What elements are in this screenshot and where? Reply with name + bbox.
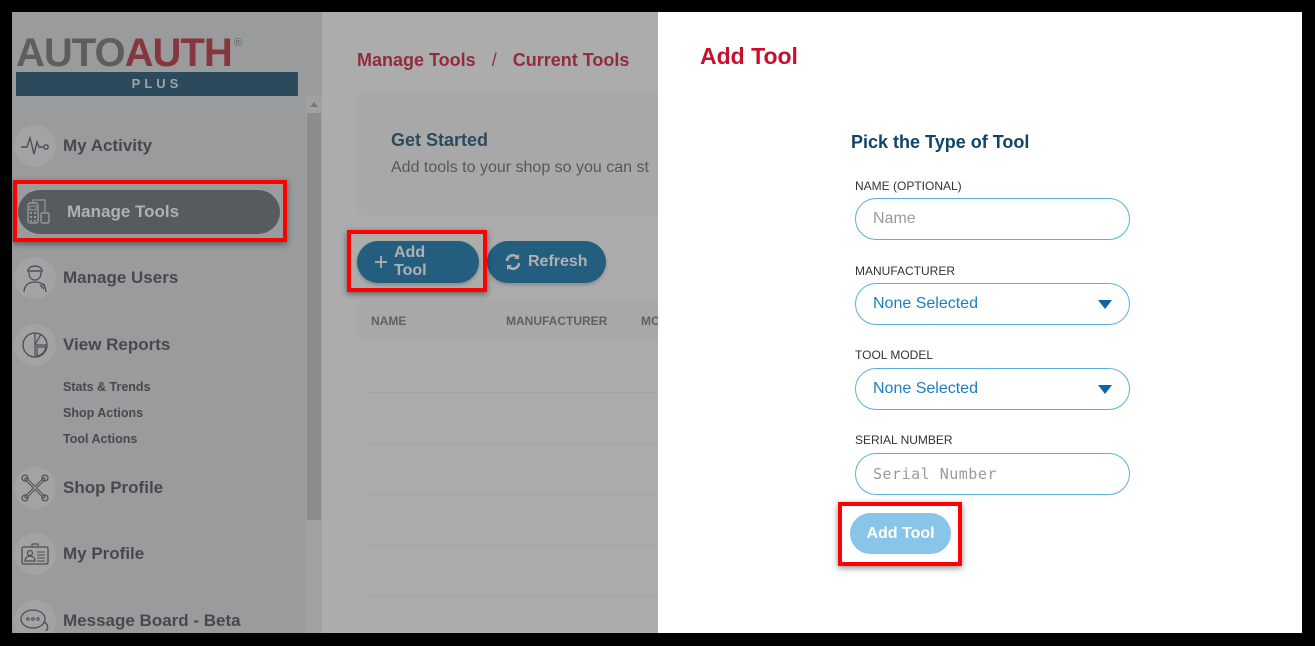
sidebar-item-label: Shop Profile — [63, 478, 164, 497]
get-started-text: Add tools to your shop so you can st — [391, 159, 649, 176]
sidebar-item-message-board[interactable]: Message Board - Beta — [14, 599, 280, 633]
dialog-subtitle: Pick the Type of Tool — [851, 132, 1030, 152]
sidebar-item-label: My Profile — [63, 544, 145, 563]
refresh-button-label: Refresh — [528, 253, 588, 270]
refresh-icon — [504, 253, 522, 271]
breadcrumb: Manage Tools / Current Tools — [357, 50, 629, 71]
add-tool-submit-button[interactable]: Add Tool — [850, 513, 951, 554]
manufacturer-field-label: MANUFACTURER — [855, 264, 956, 278]
get-started-title: Get Started — [391, 130, 489, 150]
tool-model-select[interactable]: None Selected — [855, 368, 1130, 410]
sidebar-item-my-profile[interactable]: My Profile — [14, 532, 280, 576]
sidebar-item-view-reports[interactable]: View Reports — [14, 323, 280, 367]
refresh-button[interactable]: Refresh — [487, 241, 606, 283]
id-badge-icon — [14, 533, 56, 575]
sidebar-item-label: My Activity — [63, 136, 153, 155]
registered-mark: ® — [233, 37, 242, 49]
sidebar: AUTO AUTH ® PLUS My Activity Manage Tool… — [12, 12, 322, 633]
add-tool-button[interactable]: Add Tool — [357, 241, 479, 283]
add-tool-button-label: Add Tool — [394, 244, 427, 279]
manufacturer-selected-value: None Selected — [873, 295, 978, 312]
column-header-name[interactable]: NAME — [371, 314, 406, 328]
sidebar-item-my-activity[interactable]: My Activity — [14, 124, 280, 168]
sidebar-item-manage-users[interactable]: Manage Users — [14, 256, 280, 300]
scan-tool-icon — [18, 191, 60, 233]
sidebar-item-manage-tools[interactable]: Manage Tools — [18, 190, 280, 234]
activity-pulse-icon — [14, 125, 56, 167]
name-field-label: NAME (OPTIONAL) — [855, 179, 962, 193]
name-input-placeholder: Name — [873, 210, 916, 227]
sidebar-scrollbar[interactable] — [306, 96, 322, 633]
sidebar-item-label: Message Board - Beta — [63, 611, 241, 630]
serial-number-input[interactable]: Serial Number — [855, 453, 1130, 495]
scroll-up-arrow-icon[interactable] — [306, 96, 322, 112]
breadcrumb-current-tools: Current Tools — [512, 50, 630, 70]
name-input[interactable]: Name — [855, 198, 1130, 240]
sidebar-subitem-stats-trends[interactable]: Stats & Trends — [63, 380, 151, 394]
tool-model-field-label: TOOL MODEL — [855, 348, 934, 362]
breadcrumb-manage-tools[interactable]: Manage Tools — [357, 50, 476, 71]
autoauth-logo[interactable]: AUTO AUTH ® PLUS — [16, 31, 298, 96]
wrenches-icon — [14, 467, 56, 509]
mechanic-user-icon — [14, 257, 56, 299]
pie-chart-icon — [14, 324, 56, 366]
column-header-manufacturer[interactable]: MANUFACTURER — [506, 314, 607, 328]
logo-auth-text: AUTH — [124, 31, 233, 75]
manufacturer-select[interactable]: None Selected — [855, 283, 1130, 325]
sidebar-item-shop-profile[interactable]: Shop Profile — [14, 466, 280, 510]
logo-auto-text: AUTO — [16, 31, 126, 75]
dialog-title: Add Tool — [700, 43, 798, 69]
logo-wordmark: AUTO AUTH ® — [16, 31, 298, 75]
scrollbar-thumb[interactable] — [307, 113, 321, 520]
app-window: AUTO AUTH ® PLUS My Activity Manage Tool… — [12, 12, 1302, 633]
serial-number-field-label: SERIAL NUMBER — [855, 433, 953, 447]
dropdown-caret-icon — [1098, 300, 1112, 309]
dropdown-caret-icon — [1098, 385, 1112, 394]
sidebar-subitem-tool-actions[interactable]: Tool Actions — [63, 432, 137, 446]
sidebar-item-label: Manage Tools — [67, 202, 180, 221]
chat-bubbles-icon — [14, 600, 56, 633]
serial-number-placeholder: Serial Number — [873, 465, 997, 483]
sidebar-item-label: View Reports — [63, 335, 171, 354]
plus-icon — [374, 255, 388, 269]
tool-model-selected-value: None Selected — [873, 380, 978, 397]
logo-plus-banner: PLUS — [16, 72, 298, 96]
add-tool-dialog: Add Tool Pick the Type of Tool NAME (OPT… — [658, 12, 1302, 633]
sidebar-subitem-shop-actions[interactable]: Shop Actions — [63, 406, 143, 420]
breadcrumb-separator: / — [491, 50, 497, 70]
sidebar-item-label: Manage Users — [63, 268, 179, 287]
